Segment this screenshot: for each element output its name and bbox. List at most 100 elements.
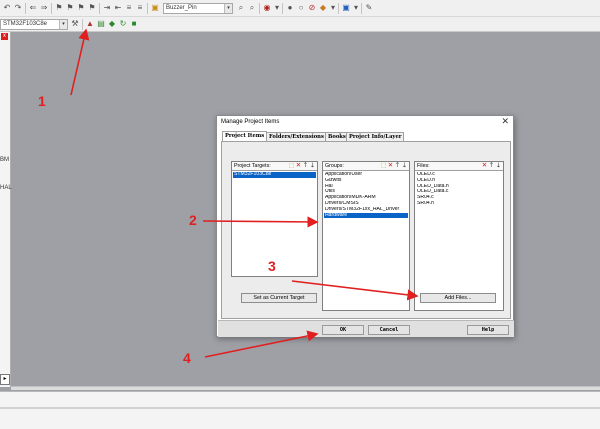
add-files-button[interactable]: Add Files...: [420, 293, 496, 303]
dropdown-icon[interactable]: ▾: [351, 3, 361, 13]
find-in-files-icon[interactable]: ▣: [150, 3, 160, 13]
toolbar-separator: [51, 3, 52, 14]
file-extensions-icon[interactable]: ▤: [96, 19, 106, 29]
toolbar-separator: [338, 3, 339, 14]
target-select[interactable]: STM32F103C8e ▾: [0, 19, 68, 30]
nav-forward-icon[interactable]: ⇒: [39, 3, 49, 13]
chevron-down-icon[interactable]: ▾: [59, 20, 67, 29]
chevron-down-icon[interactable]: ▾: [224, 4, 232, 13]
build-toolbar: STM32F103C8e ▾ ⚒ ▲ ▤ ◆ ↻ ■: [0, 17, 600, 32]
move-up-icon[interactable]: 🡑: [488, 162, 495, 170]
set-as-current-target-button[interactable]: Set as Current Target: [241, 293, 317, 303]
panel-text: BM: [0, 157, 9, 163]
toolbar-separator: [259, 3, 260, 14]
select-packs-icon[interactable]: ◆: [107, 19, 117, 29]
close-icon[interactable]: ✕: [501, 116, 509, 127]
arrow-1: [70, 28, 90, 96]
step-number-1: 1: [38, 93, 46, 109]
breakpoint-enable-icon[interactable]: ○: [296, 3, 306, 13]
list-item-selected[interactable]: Hardware: [324, 212, 408, 219]
project-panel: [0, 32, 11, 387]
dropdown-icon[interactable]: ▾: [272, 3, 282, 13]
indent-icon[interactable]: ⇥: [102, 3, 112, 13]
toolbar-separator: [99, 3, 100, 14]
dialog-title: Manage Project Items: [221, 119, 280, 125]
breakpoint-disable-icon[interactable]: ⊘: [307, 3, 317, 13]
undo-icon[interactable]: ↶: [2, 3, 12, 13]
files-buttons: ✕ 🡑 🡓: [481, 162, 502, 170]
toolbar-separator: [282, 3, 283, 14]
close-icon[interactable]: x: [1, 33, 8, 40]
groups-header: Groups: ⬚✕ 🡑 🡓: [323, 162, 409, 171]
run-time-environment-icon[interactable]: ■: [129, 19, 139, 29]
project-targets-header: Project Targets: ⬚✕ 🡑 🡓: [232, 162, 317, 171]
find-icon[interactable]: ⌕: [236, 3, 246, 13]
new-group-icon[interactable]: ⬚: [380, 162, 387, 170]
bookmark-prev-icon[interactable]: ⚑: [65, 3, 75, 13]
project-items-panel: Project Targets: ⬚✕ 🡑 🡓 STM32F103C8e Group…: [221, 141, 511, 319]
files-label: Files:: [417, 163, 430, 169]
window-layout-icon[interactable]: ▣: [341, 3, 351, 13]
breakpoint-kill-icon[interactable]: ◆: [318, 3, 328, 13]
tab-project-info-layer[interactable]: Project Info/Layer: [346, 132, 405, 141]
uncomment-icon[interactable]: ≡: [135, 3, 145, 13]
list-item[interactable]: SR04.h: [416, 201, 502, 207]
files-header: Files: ✕ 🡑 🡓: [415, 162, 503, 171]
toolbar-separator: [82, 19, 83, 30]
panel-text: HAL: [0, 185, 12, 191]
standard-toolbar: ↶ ↷ ⇐ ⇒ ⚑ ⚑ ⚑ ⚑ ⇥ ⇤ ≡ ≡ ▣ Buzzer_Pin ▾ ⌕…: [0, 0, 600, 17]
delete-file-icon[interactable]: ✕: [481, 162, 488, 170]
comment-icon[interactable]: ≡: [124, 3, 134, 13]
dropdown-icon[interactable]: ▾: [328, 3, 338, 13]
move-up-icon[interactable]: 🡑: [302, 162, 309, 170]
move-up-icon[interactable]: 🡑: [394, 162, 401, 170]
groups-label: Groups:: [325, 163, 344, 169]
pack-installer-icon[interactable]: ↻: [118, 19, 128, 29]
find-combo[interactable]: Buzzer_Pin ▾: [163, 3, 233, 14]
groups-buttons: ⬚✕ 🡑 🡓: [380, 162, 408, 170]
incremental-find-icon[interactable]: ⌕: [247, 3, 257, 13]
toolbar-separator: [361, 3, 362, 14]
targets-buttons: ⬚✕ 🡑 🡓: [288, 162, 316, 170]
breakpoint-insert-icon[interactable]: ●: [285, 3, 295, 13]
help-button[interactable]: Help: [467, 325, 509, 335]
delete-group-icon[interactable]: ✕: [387, 162, 394, 170]
bookmark-set-icon[interactable]: ⚑: [54, 3, 64, 13]
target-options-icon[interactable]: ⚒: [70, 19, 80, 29]
toolbar-separator: [147, 3, 148, 14]
horizontal-scrollbar[interactable]: [11, 386, 600, 390]
tab-project-items[interactable]: Project Items: [222, 131, 268, 141]
debug-start-icon[interactable]: ◉: [262, 3, 272, 13]
bookmark-clear-icon[interactable]: ⚑: [87, 3, 97, 13]
toolbar-separator: [25, 3, 26, 14]
move-down-icon[interactable]: 🡓: [495, 162, 502, 170]
files-list[interactable]: Files: ✕ 🡑 🡓 OLED.c OLED.h OLED_Data.h OLE…: [414, 161, 504, 311]
tab-folders-extensions[interactable]: Folders/Extensions: [266, 132, 327, 141]
panel-divider: [0, 407, 600, 409]
ok-button[interactable]: OK: [322, 325, 364, 335]
delete-target-icon[interactable]: ✕: [295, 162, 302, 170]
groups-list[interactable]: Groups: ⬚✕ 🡑 🡓 Application/User Gizwits Ha…: [322, 161, 410, 311]
redo-icon[interactable]: ↷: [13, 3, 23, 13]
cancel-button[interactable]: Cancel: [368, 325, 410, 335]
manage-project-items-icon[interactable]: ▲: [85, 19, 95, 29]
target-select-value: STM32F103C8e: [3, 21, 48, 27]
step-number-4: 4: [183, 350, 191, 366]
bookmark-next-icon[interactable]: ⚑: [76, 3, 86, 13]
dialog-footer: OK Cancel Help: [218, 320, 514, 337]
project-targets-label: Project Targets:: [234, 163, 271, 169]
arrow-4: [204, 330, 319, 358]
configure-icon[interactable]: ✎: [364, 3, 374, 13]
step-number-2: 2: [189, 212, 197, 228]
find-combo-value: Buzzer_Pin: [166, 5, 197, 11]
unindent-icon[interactable]: ⇤: [113, 3, 123, 13]
scroll-right-icon[interactable]: ▸: [0, 374, 10, 385]
list-item[interactable]: STM32F103C8e: [233, 172, 316, 178]
build-output-panel: [0, 391, 600, 429]
move-down-icon[interactable]: 🡓: [309, 162, 316, 170]
new-target-icon[interactable]: ⬚: [288, 162, 295, 170]
nav-back-icon[interactable]: ⇐: [28, 3, 38, 13]
step-number-3: 3: [268, 258, 276, 274]
manage-project-items-dialog: Manage Project Items ✕ Project Items Fol…: [216, 115, 514, 337]
move-down-icon[interactable]: 🡓: [401, 162, 408, 170]
